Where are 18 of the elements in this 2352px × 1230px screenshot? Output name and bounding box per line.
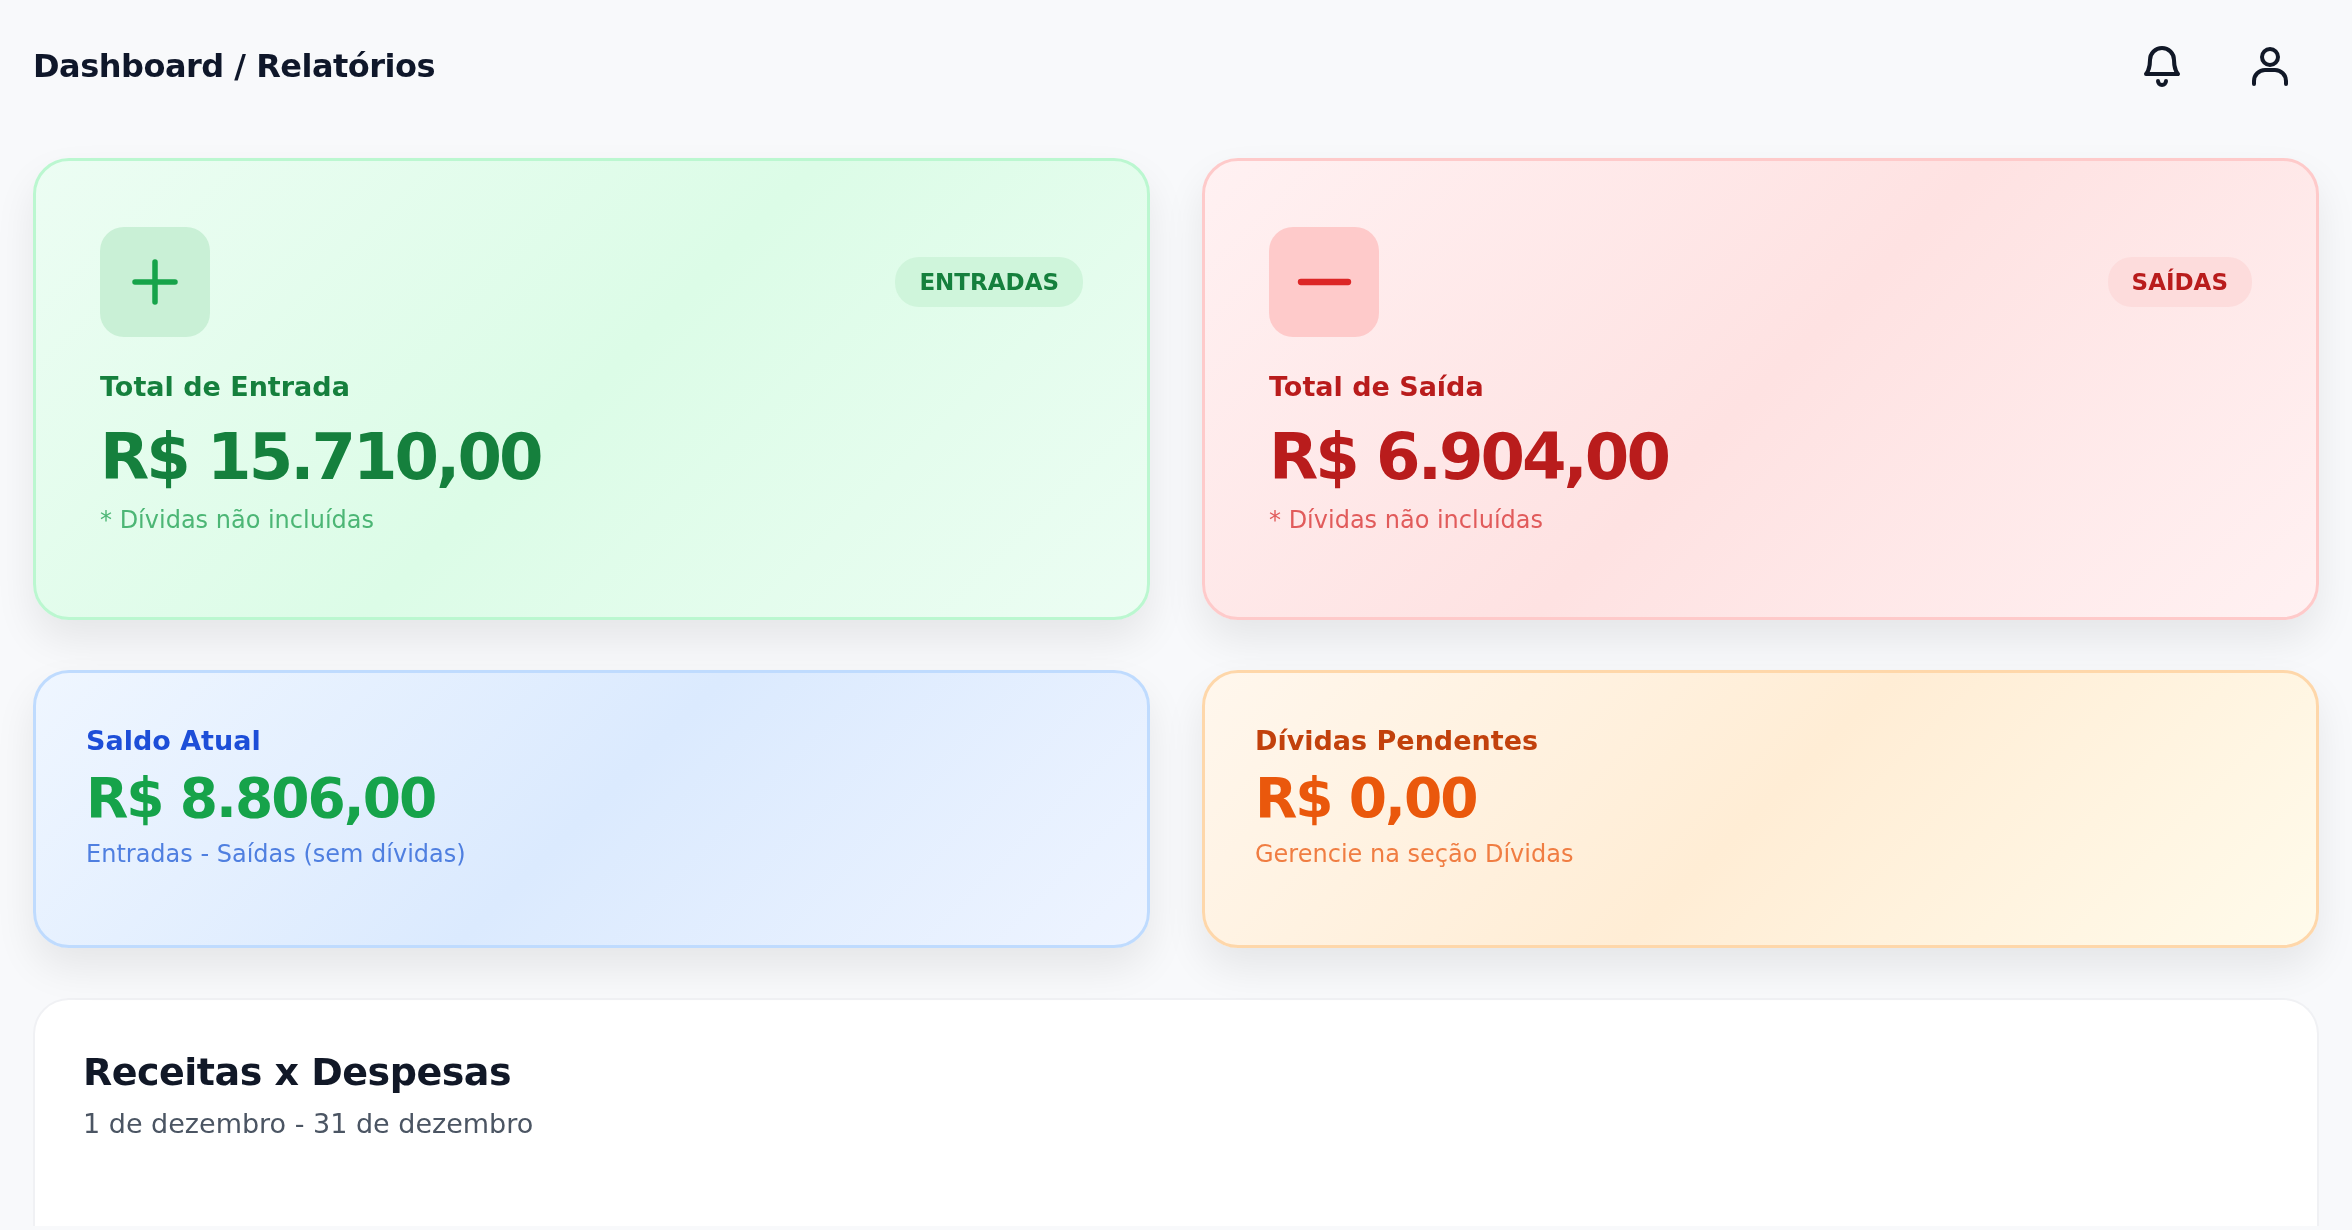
category-badge: ENTRADAS [895, 257, 1083, 307]
card-amount: R$ 0,00 [1255, 766, 1478, 830]
card-note: * Dívidas não incluídas [100, 506, 376, 534]
card-note: Entradas - Saídas (sem dívidas) [86, 840, 467, 868]
card-label: Dívidas Pendentes [1255, 725, 1539, 756]
category-badge: SAÍDAS [2107, 257, 2252, 307]
card-note: * Dívidas não incluídas [1269, 506, 1545, 534]
card-note: Gerencie na seção Dívidas [1255, 840, 1575, 868]
card-amount: R$ 8.806,00 [86, 766, 437, 830]
card-amount: R$ 15.710,00 [100, 420, 542, 494]
date-range: 1 de dezembro - 31 de dezembro [83, 1108, 535, 1139]
page-title: Dashboard / Relatórios [33, 47, 436, 85]
panel-title: Receitas x Despesas [83, 1050, 513, 1094]
card-amount: R$ 6.904,00 [1269, 420, 1669, 494]
minus-icon [1296, 278, 1352, 286]
card-label: Total de Entrada [100, 371, 351, 402]
card-label: Total de Saída [1269, 371, 1485, 402]
card-label: Saldo Atual [86, 725, 262, 756]
